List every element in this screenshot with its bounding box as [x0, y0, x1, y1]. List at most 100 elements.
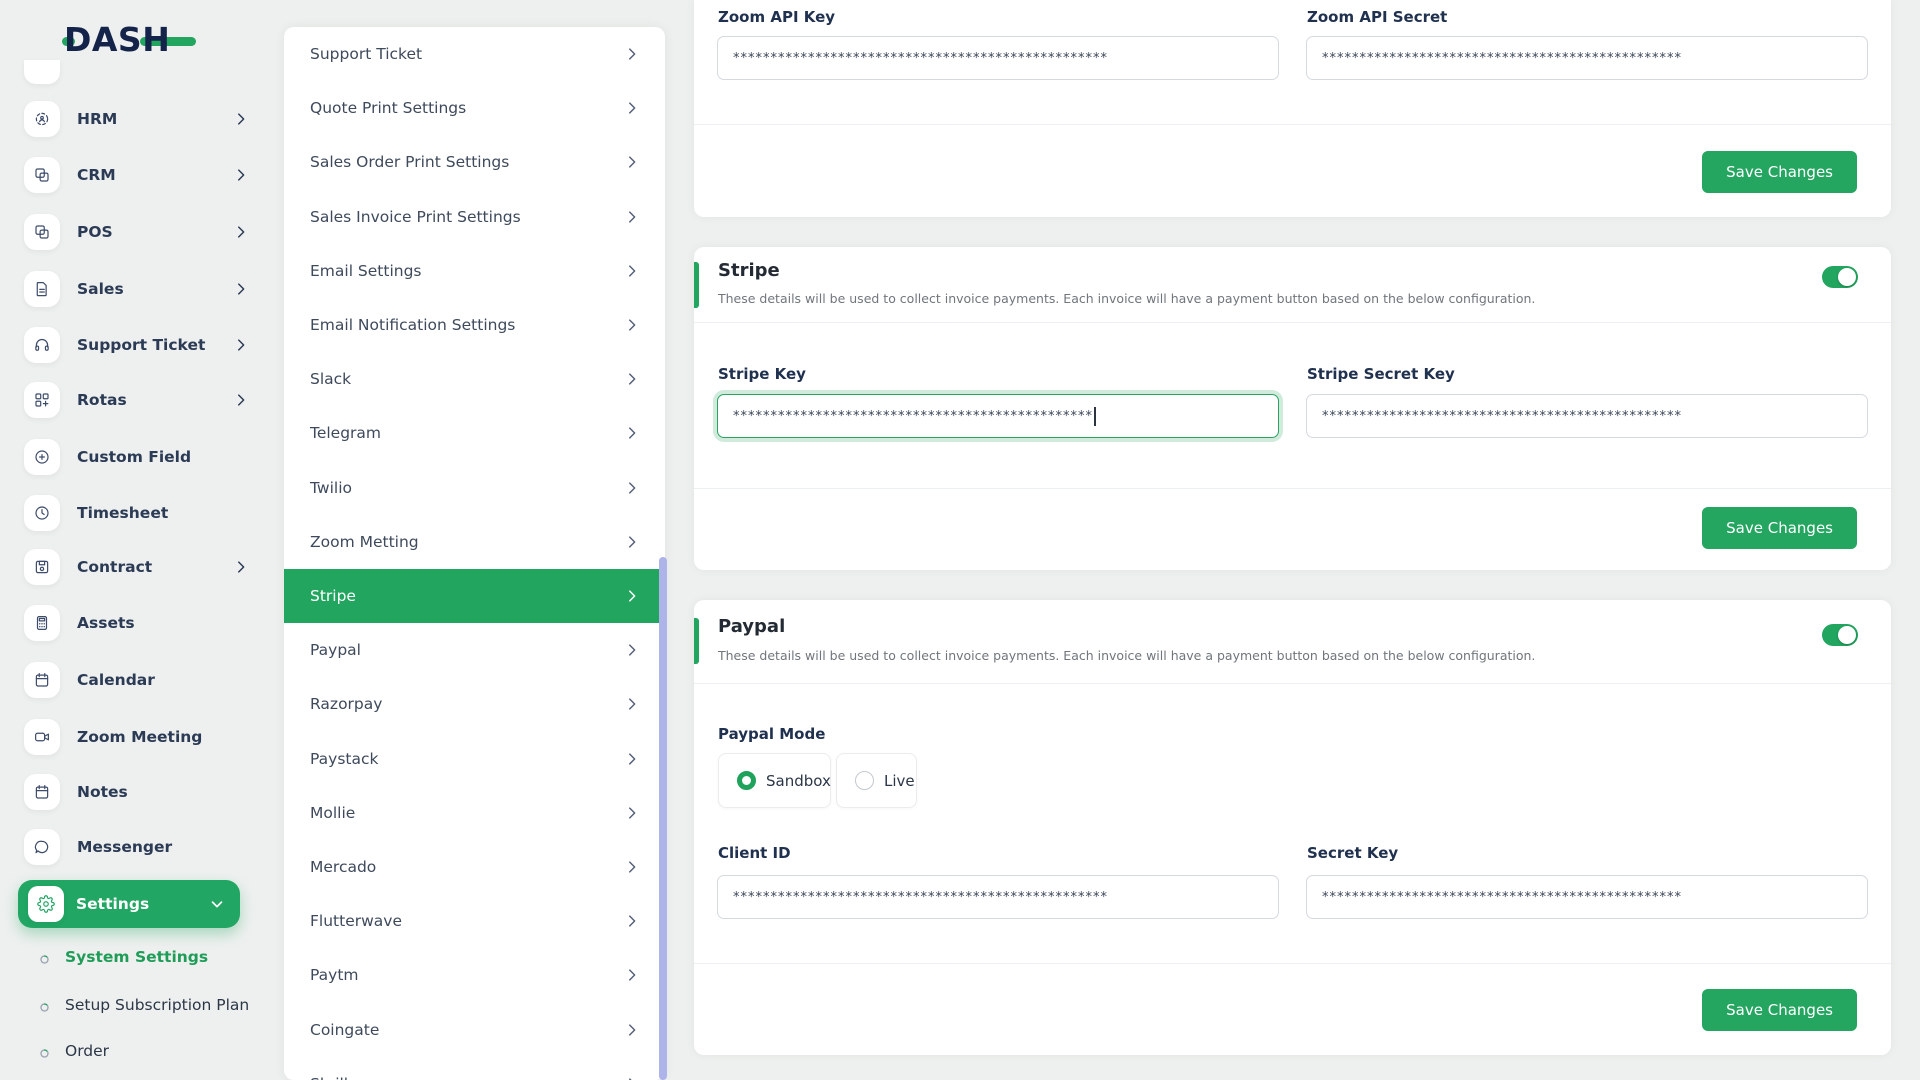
divider [694, 963, 1891, 964]
sidebar-item-notes[interactable]: Notes [24, 774, 256, 810]
settings-menu-item-sales-invoice-print-settings[interactable]: Sales Invoice Print Settings [284, 190, 665, 244]
sidebar-item-calendar[interactable]: Calendar [24, 662, 256, 698]
settings-menu-item-paypal[interactable]: Paypal [284, 623, 665, 677]
divider [694, 322, 1891, 323]
settings-menu-item-mollie[interactable]: Mollie [284, 786, 665, 840]
sidebar-item-crm[interactable]: CRM [24, 157, 256, 193]
sidebar-item-label: Timesheet [77, 504, 169, 522]
zoom-api-key-label: Zoom API Key [718, 8, 836, 26]
settings-menu-scrollbar[interactable] [659, 557, 667, 1080]
sidebar-item-sales[interactable]: Sales [24, 271, 256, 307]
radio-unselected-icon[interactable] [855, 771, 874, 790]
card-accent-bar [694, 618, 699, 664]
save-changes-button[interactable]: Save Changes [1702, 989, 1857, 1031]
settings-menu-item-label: Quote Print Settings [310, 99, 467, 118]
settings-menu-item-label: Twilio [310, 478, 352, 497]
grid-plus-icon [24, 382, 60, 418]
settings-menu-item-stripe[interactable]: Stripe [284, 569, 665, 623]
settings-menu-item-email-notification-settings[interactable]: Email Notification Settings [284, 298, 665, 352]
settings-menu-item-paystack[interactable]: Paystack [284, 732, 665, 786]
settings-menu-item-razorpay[interactable]: Razorpay [284, 677, 665, 731]
sidebar-item-assets[interactable]: Assets [24, 605, 256, 641]
calculator-icon [24, 605, 60, 641]
settings-menu-item-mercado[interactable]: Mercado [284, 840, 665, 894]
sidebar-item-timesheet[interactable]: Timesheet [24, 495, 256, 531]
settings-menu-item-label: Telegram [310, 424, 382, 443]
sidebar-subitem-system-settings[interactable]: System Settings [38, 945, 258, 969]
paypal-mode-live-option[interactable]: Live [836, 753, 917, 808]
calendar-icon [24, 774, 60, 810]
logo-text: DASH [64, 20, 171, 59]
settings-menu-item-slack[interactable]: Slack [284, 352, 665, 406]
sidebar-item-label: Contract [77, 558, 153, 576]
stripe-key-input[interactable]: ****************************************… [717, 394, 1279, 438]
client-id-input[interactable] [717, 875, 1279, 919]
sidebar-item-messenger[interactable]: Messenger [24, 829, 256, 865]
sidebar-item-custom-field[interactable]: Custom Field [24, 439, 256, 475]
sidebar-item-label: Messenger [77, 838, 173, 856]
radio-selected-icon[interactable] [737, 771, 756, 790]
settings-menu-item-flutterwave[interactable]: Flutterwave [284, 894, 665, 948]
clock-icon [24, 495, 60, 531]
settings-menu-item-label: Sales Invoice Print Settings [310, 207, 521, 226]
zoom-settings-card: Zoom API Key Zoom API Secret Save Change… [694, 0, 1891, 217]
zoom-api-secret-input[interactable] [1306, 36, 1868, 80]
settings-menu-item-quote-print-settings[interactable]: Quote Print Settings [284, 81, 665, 135]
sidebar-item-hrm[interactable]: HRM [24, 101, 256, 137]
settings-menu-item-label: Email Notification Settings [310, 316, 516, 334]
document-icon [24, 271, 60, 307]
paypal-mode-label: Paypal Mode [718, 725, 826, 743]
settings-menu-item-coingate[interactable]: Coingate [284, 1003, 665, 1057]
settings-menu-item-email-settings[interactable]: Email Settings [284, 244, 665, 298]
sidebar-item-contract[interactable]: Contract [24, 549, 256, 585]
sidebar-item-support-ticket[interactable]: Support Ticket [24, 327, 256, 363]
sidebar-item-settings[interactable]: Settings [18, 880, 240, 928]
settings-menu-item-label: Paytm [310, 966, 359, 985]
sidebar-item-pos[interactable]: POS [24, 214, 256, 250]
secret-key-label: Secret Key [1307, 844, 1399, 862]
settings-menu-item-sales-order-print-settings[interactable]: Sales Order Print Settings [284, 135, 665, 189]
ring-icon [38, 1045, 51, 1058]
stripe-enabled-toggle[interactable] [1822, 266, 1858, 288]
settings-menu-item-telegram[interactable]: Telegram [284, 406, 665, 460]
chat-icon [24, 829, 60, 865]
chevron-right-icon [623, 858, 641, 876]
settings-menu-item-twilio[interactable]: Twilio [284, 461, 665, 515]
settings-menu-item-zoom-metting[interactable]: Zoom Metting [284, 515, 665, 569]
paypal-enabled-toggle[interactable] [1822, 624, 1858, 646]
hrm-icon [24, 101, 60, 137]
settings-menu-item-label: Support Ticket [310, 45, 423, 63]
chevron-right-icon [623, 45, 641, 63]
chevron-right-icon [623, 370, 641, 388]
chevron-right-icon [623, 99, 641, 117]
divider [694, 124, 1891, 125]
divider [694, 683, 1891, 684]
sidebar-item-zoom-meeting[interactable]: Zoom Meeting [24, 719, 256, 755]
zoom-api-key-input[interactable] [717, 36, 1279, 80]
secret-key-input[interactable] [1306, 875, 1868, 919]
stripe-card-subtitle: These details will be used to collect in… [718, 291, 1536, 306]
chevron-right-icon [623, 153, 641, 171]
sidebar-item-label: HRM [77, 110, 118, 128]
calendar-icon [24, 662, 60, 698]
settings-menu-item-support-ticket[interactable]: Support Ticket [284, 27, 665, 81]
sidebar-item-label: Support Ticket [77, 336, 206, 354]
chevron-right-icon [623, 1021, 641, 1039]
stripe-settings-card: Stripe These details will be used to col… [694, 247, 1891, 570]
chevron-right-icon [623, 316, 641, 334]
paypal-mode-sandbox-option[interactable]: Sandbox [718, 753, 831, 808]
save-changes-button[interactable]: Save Changes [1702, 151, 1857, 193]
sidebar-item-label: Calendar [77, 671, 155, 689]
save-changes-button[interactable]: Save Changes [1702, 507, 1857, 549]
stripe-secret-key-input[interactable] [1306, 394, 1868, 438]
sidebar-item-label: CRM [77, 166, 116, 184]
chevron-right-icon [232, 558, 250, 576]
sidebar-item-label: Rotas [77, 391, 127, 409]
app-canvas: DASH HRM CRM POS Sales Support Ticket Rotas Cu… [0, 0, 1920, 1080]
sidebar-subitem-order[interactable]: Order [38, 1039, 258, 1063]
settings-menu-item-skrill[interactable]: Skrill [284, 1057, 665, 1080]
settings-menu-item-paytm[interactable]: Paytm [284, 948, 665, 1002]
sidebar-subitem-setup-subscription-plan[interactable]: Setup Subscription Plan [38, 993, 258, 1017]
sidebar-item-rotas[interactable]: Rotas [24, 382, 256, 418]
headset-icon [24, 327, 60, 363]
